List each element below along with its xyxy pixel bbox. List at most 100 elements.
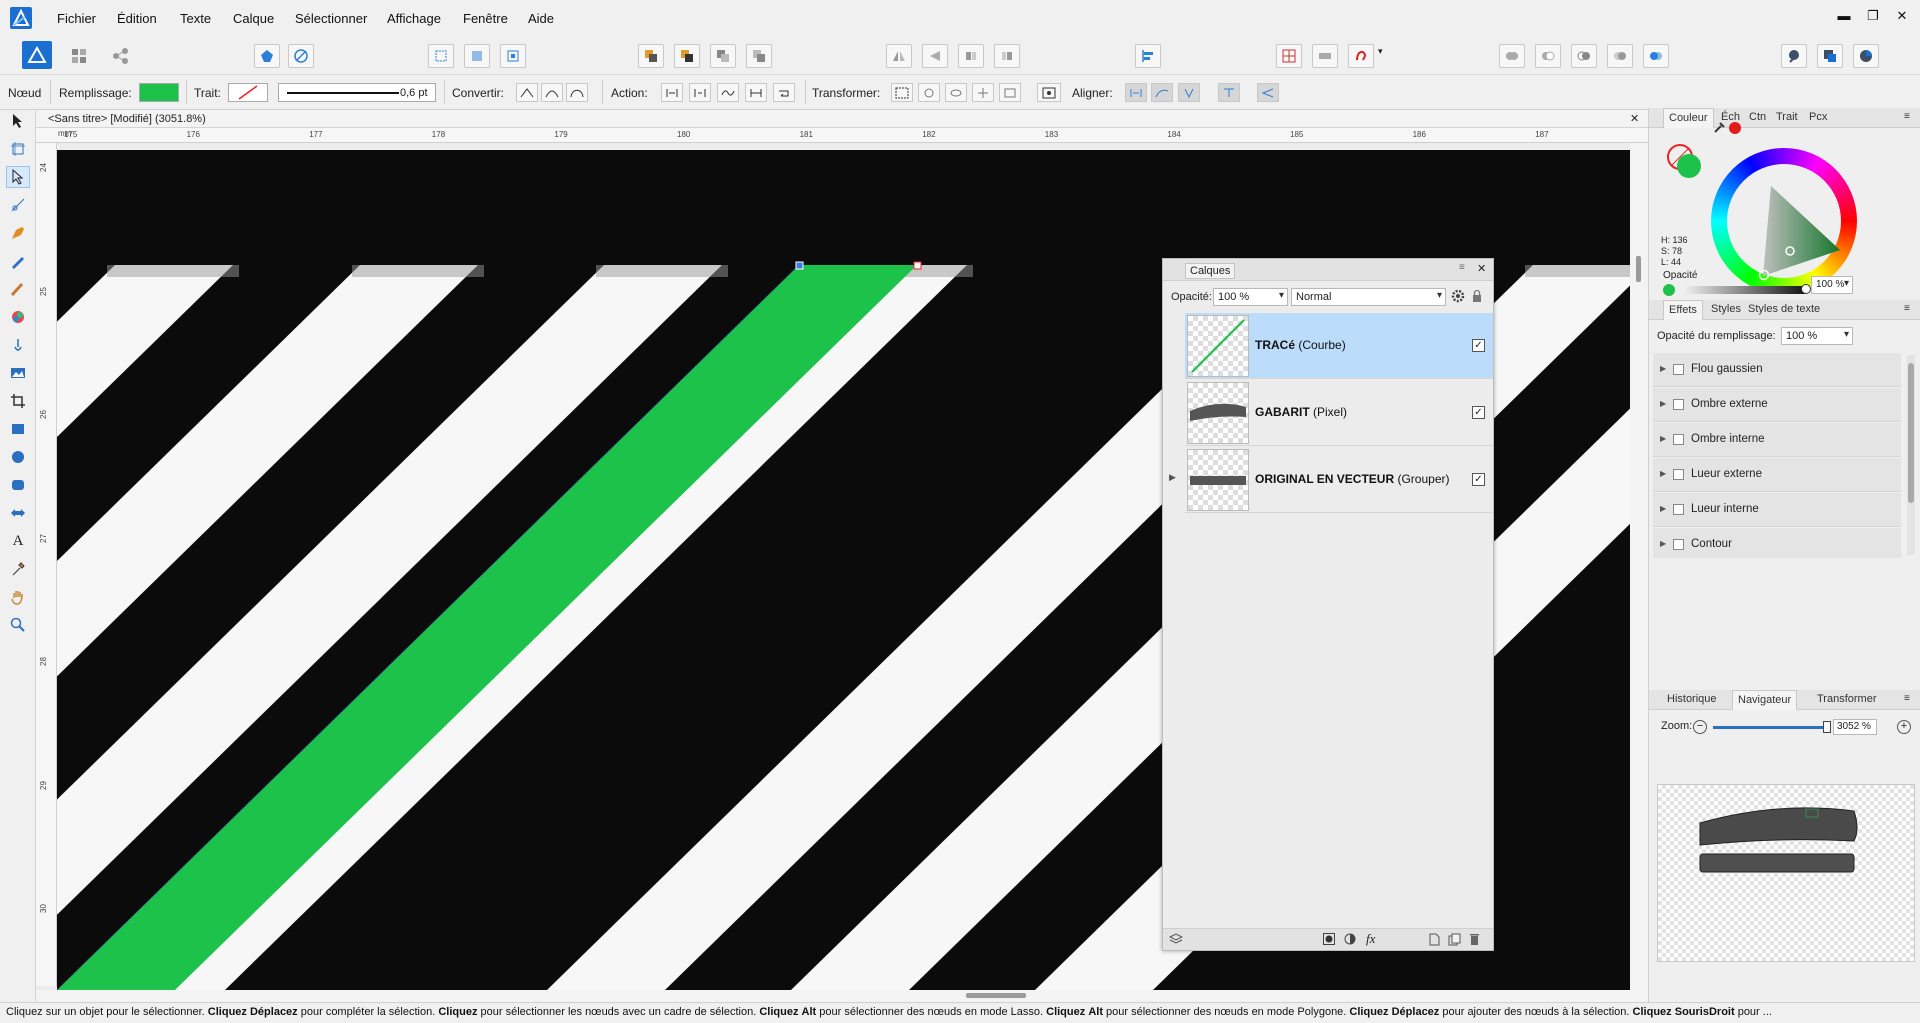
menu-selectionner[interactable]: Sélectionner — [295, 11, 367, 26]
alignment-icon[interactable] — [1135, 44, 1161, 68]
effect-checkbox[interactable] — [1673, 434, 1684, 445]
export-persona-icon[interactable] — [107, 44, 133, 68]
boolean-divide-icon[interactable] — [1643, 44, 1669, 68]
align-nodes-left-icon[interactable] — [1125, 83, 1147, 102]
panel-menu-icon[interactable]: ≡ — [1904, 111, 1910, 122]
boolean-add-icon[interactable] — [1499, 44, 1525, 68]
ellipse-tool-icon[interactable] — [6, 446, 30, 468]
flip-vertical-icon[interactable] — [922, 44, 948, 68]
layer-visibility-checkbox[interactable]: ✓ — [1472, 473, 1485, 486]
traced-curve-shape[interactable] — [57, 265, 917, 990]
layer-visibility-checkbox[interactable]: ✓ — [1472, 339, 1485, 352]
group-layers-icon[interactable] — [1448, 933, 1461, 949]
shape-tool-icon[interactable] — [6, 502, 30, 524]
tab-styles-de-texte[interactable]: Styles de texte — [1748, 303, 1820, 315]
zoom-in-icon[interactable]: + — [1897, 720, 1911, 734]
tab-historique[interactable]: Historique — [1667, 693, 1717, 705]
document-tab[interactable]: <Sans titre> [Modifié] (3051.8%) ✕ — [36, 110, 1648, 128]
close-document-button[interactable]: ✕ — [1630, 112, 1639, 125]
insert-behind-icon[interactable] — [464, 44, 490, 68]
arrange-backward-icon[interactable] — [674, 44, 700, 68]
menu-fenetre[interactable]: Fenêtre — [463, 11, 508, 26]
boolean-xor-icon[interactable] — [1607, 44, 1633, 68]
rotate-right-icon[interactable] — [994, 44, 1020, 68]
node-handle-end[interactable] — [913, 261, 922, 270]
layer-row-gabarit[interactable]: GABARIT (Pixel) ✓ — [1185, 380, 1493, 446]
crop-tool-icon[interactable] — [6, 390, 30, 412]
fx-icon[interactable]: fx — [1366, 931, 1375, 947]
stroke-width-control[interactable]: 0,6 pt — [278, 83, 436, 102]
align-nodes-vertical-icon[interactable] — [1218, 83, 1240, 102]
rotate-left-icon[interactable] — [958, 44, 984, 68]
adjustment-layer-icon[interactable] — [1344, 933, 1356, 948]
snapping-options-icon[interactable] — [1312, 44, 1338, 68]
zoom-tool-icon[interactable] — [6, 614, 30, 636]
layers-panel-header[interactable]: Calques ≡ ✕ — [1163, 259, 1493, 281]
boolean-snap-icon[interactable] — [254, 44, 280, 68]
transform-eye-icon[interactable] — [945, 83, 967, 102]
tab-trait[interactable]: Trait — [1776, 111, 1798, 123]
snapping-dropdown-icon[interactable]: ▾ — [1378, 46, 1383, 57]
join-curves-icon[interactable] — [745, 83, 767, 102]
flip-horizontal-icon[interactable] — [886, 44, 912, 68]
arrange-front-icon[interactable] — [746, 44, 772, 68]
arrange-forward-icon[interactable] — [710, 44, 736, 68]
zoom-slider[interactable] — [1713, 721, 1832, 733]
tab-styles[interactable]: Styles — [1711, 303, 1741, 315]
layers-tab[interactable]: Calques — [1185, 263, 1236, 279]
effects-scrollbar[interactable] — [1907, 355, 1915, 555]
menu-fichier[interactable]: Fichier — [57, 11, 96, 26]
menu-affichage[interactable]: Affichage — [387, 11, 441, 26]
insert-top-icon[interactable] — [500, 44, 526, 68]
vertical-scrollbar[interactable] — [1630, 143, 1648, 990]
fill-tool-icon[interactable] — [6, 306, 30, 328]
eyedropper-icon[interactable] — [1713, 120, 1727, 137]
transparency-tool-icon[interactable] — [6, 334, 30, 356]
place-image-tool-icon[interactable] — [6, 362, 30, 384]
color-opacity-field[interactable]: 100 % — [1811, 276, 1853, 294]
effect-checkbox[interactable] — [1673, 364, 1684, 375]
panel-menu-icon[interactable]: ≡ — [1904, 693, 1910, 704]
transform-scale-icon[interactable] — [999, 83, 1021, 102]
pencil-tool-icon[interactable] — [6, 250, 30, 272]
color-studio-icon[interactable] — [1853, 44, 1879, 68]
picked-color-swatch[interactable] — [1729, 122, 1741, 134]
geometry-icon[interactable] — [288, 44, 314, 68]
menu-calque[interactable]: Calque — [233, 11, 274, 26]
lock-icon[interactable] — [1471, 289, 1483, 306]
align-nodes-horizontal-icon[interactable] — [1257, 83, 1279, 102]
color-opacity-slider[interactable] — [1685, 284, 1811, 294]
align-nodes-snap-icon[interactable] — [1178, 83, 1200, 102]
rounded-rectangle-tool-icon[interactable] — [6, 474, 30, 496]
stroke-color-swatch[interactable] — [228, 83, 268, 102]
pen-tool-icon[interactable] — [6, 222, 30, 244]
layers-studio-icon[interactable] — [1817, 44, 1843, 68]
rectangle-tool-icon[interactable] — [6, 418, 30, 440]
convert-sharp-icon[interactable] — [516, 83, 538, 102]
close-curve-icon[interactable] — [689, 83, 711, 102]
menu-texte[interactable]: Texte — [180, 11, 211, 26]
fill-stroke-selector-icon[interactable] — [1665, 142, 1705, 185]
reverse-curve-icon[interactable] — [773, 83, 795, 102]
zoom-value-field[interactable]: 3052 % — [1833, 719, 1877, 735]
horizontal-scrollbar[interactable] — [36, 990, 1648, 1002]
effect-checkbox[interactable] — [1673, 504, 1684, 515]
expand-effect-icon[interactable]: ▶ — [1660, 434, 1666, 443]
zoom-out-icon[interactable]: − — [1693, 720, 1707, 734]
mask-layer-icon[interactable] — [1323, 933, 1335, 948]
insert-inside-icon[interactable] — [428, 44, 454, 68]
boolean-intersect-icon[interactable] — [1571, 44, 1597, 68]
expand-group-icon[interactable]: ▶ — [1169, 472, 1176, 483]
effect-row[interactable]: ▶ Contour — [1653, 528, 1901, 558]
hsl-color-wheel[interactable] — [1711, 148, 1857, 294]
close-layers-panel-icon[interactable]: ✕ — [1477, 262, 1486, 275]
fill-color-swatch[interactable] — [139, 83, 179, 102]
horizontal-scroll-thumb[interactable] — [966, 993, 1026, 998]
tab-effets[interactable]: Effets — [1663, 300, 1703, 320]
assistant-icon[interactable] — [1781, 44, 1807, 68]
node-handle-start[interactable] — [795, 261, 804, 270]
layer-opacity-field[interactable]: 100 % — [1213, 288, 1288, 306]
expand-effect-icon[interactable]: ▶ — [1660, 504, 1666, 513]
blend-mode-select[interactable]: Normal — [1291, 288, 1446, 306]
effect-row[interactable]: ▶ Flou gaussien — [1653, 353, 1901, 387]
